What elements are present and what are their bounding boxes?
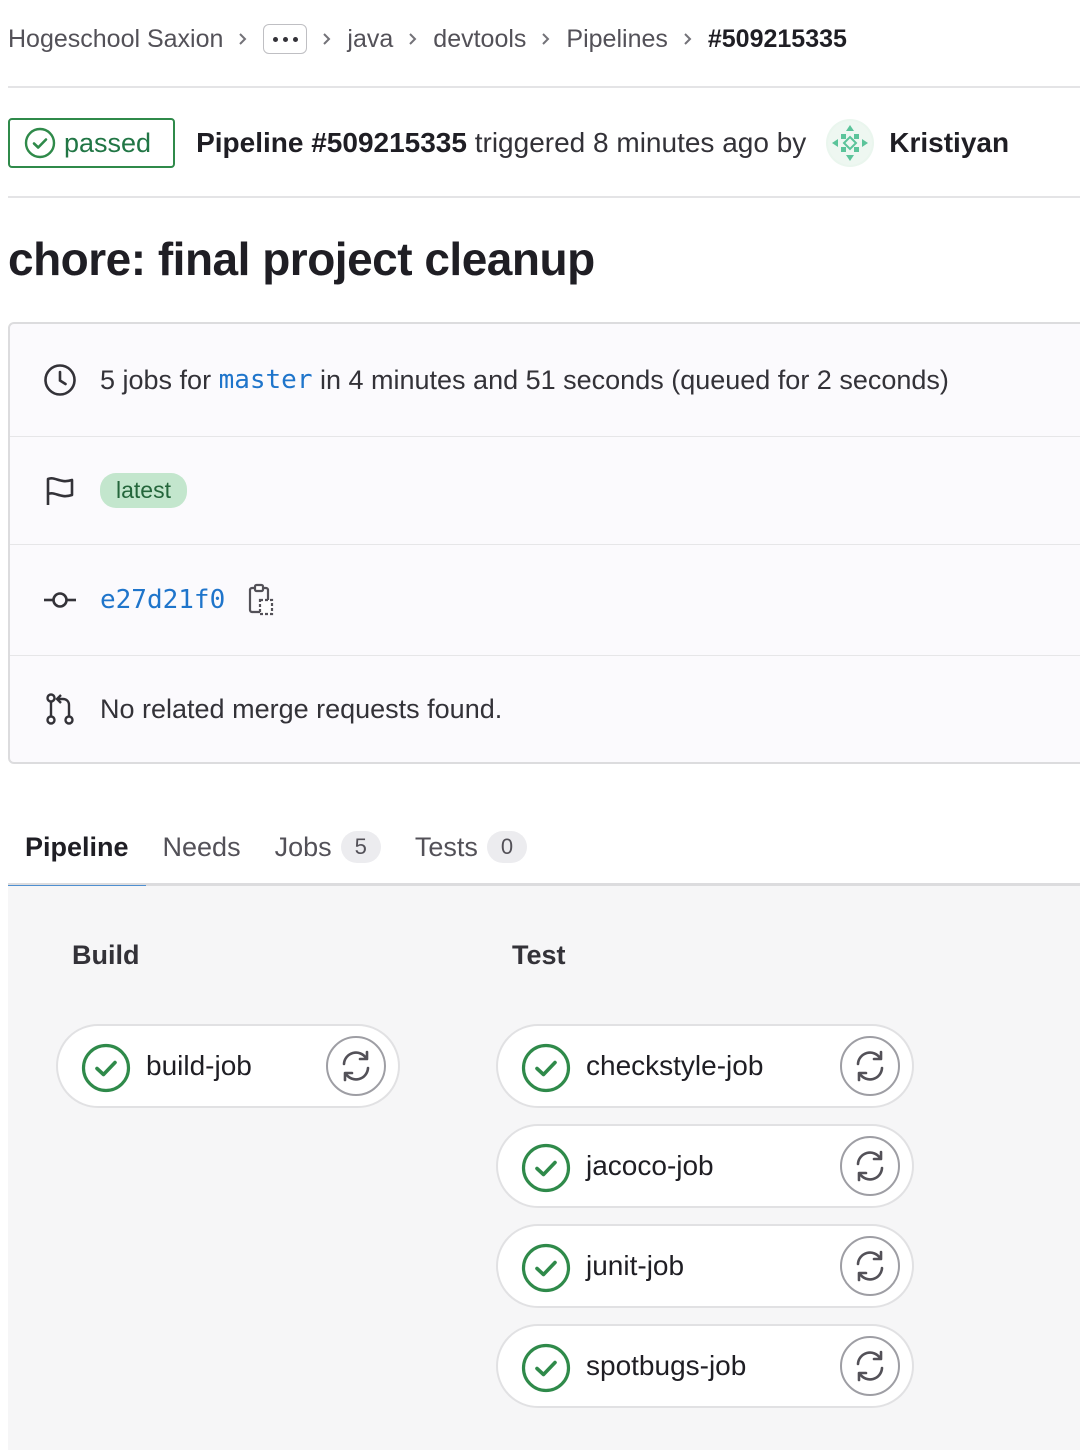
job-junit[interactable]: junit-job xyxy=(496,1224,914,1308)
tab-needs[interactable]: Needs xyxy=(146,808,258,886)
branch-link[interactable]: master xyxy=(219,365,313,395)
job-name: spotbugs-job xyxy=(586,1350,747,1381)
check-circle-icon xyxy=(521,1043,571,1093)
jobs-count-badge: 5 xyxy=(340,831,381,863)
merge-request-icon xyxy=(40,689,80,729)
clock-icon xyxy=(40,360,80,400)
breadcrumb-pipelines[interactable]: Pipelines xyxy=(566,25,667,54)
divider xyxy=(8,196,1080,198)
breadcrumb-group[interactable]: Hogeschool Saxion xyxy=(8,25,223,54)
retry-icon[interactable] xyxy=(840,1036,900,1096)
chevron-right-icon xyxy=(541,33,551,45)
stage-title-test: Test xyxy=(512,940,566,970)
pipeline-graph: Build Test build-job checkstyle-job jaco… xyxy=(8,886,1080,1450)
divider xyxy=(8,86,1080,88)
chevron-right-icon xyxy=(322,33,332,45)
check-circle-icon xyxy=(24,127,56,159)
avatar[interactable] xyxy=(826,119,875,167)
tab-tests[interactable]: Tests 0 xyxy=(398,808,544,886)
retry-icon[interactable] xyxy=(326,1036,386,1096)
flag-icon xyxy=(40,471,80,511)
merge-requests-text: No related merge requests found. xyxy=(100,693,503,724)
tab-label: Jobs xyxy=(274,831,332,862)
tab-label: Tests xyxy=(414,831,478,862)
chevron-right-icon xyxy=(683,33,693,45)
check-circle-icon xyxy=(81,1043,131,1093)
stage-title-build: Build xyxy=(72,940,140,970)
check-circle-icon xyxy=(521,1343,571,1393)
check-circle-icon xyxy=(521,1143,571,1193)
copy-icon[interactable] xyxy=(245,582,277,618)
tab-jobs[interactable]: Jobs 5 xyxy=(258,808,398,886)
job-name: junit-job xyxy=(586,1250,685,1281)
pipeline-label: Pipeline #509215335 xyxy=(196,127,467,158)
pipeline-info-card: 5 jobs for master in 4 minutes and 51 se… xyxy=(8,322,1080,764)
job-name: jacoco-job xyxy=(586,1150,714,1181)
job-checkstyle[interactable]: checkstyle-job xyxy=(496,1024,914,1108)
retry-icon[interactable] xyxy=(840,1236,900,1296)
commit-row: e27d21f0 xyxy=(10,545,1080,656)
breadcrumb-java[interactable]: java xyxy=(347,25,393,54)
breadcrumb-devtools[interactable]: devtools xyxy=(433,25,526,54)
latest-badge[interactable]: latest xyxy=(100,473,187,508)
retry-icon[interactable] xyxy=(840,1136,900,1196)
chevron-right-icon xyxy=(408,33,418,45)
pipeline-tabs: Pipeline Needs Jobs 5 Tests 0 xyxy=(8,808,1080,889)
job-jacoco[interactable]: jacoco-job xyxy=(496,1124,914,1208)
jobs-prefix: 5 jobs for xyxy=(100,364,219,395)
merge-requests-row: No related merge requests found. xyxy=(10,656,1080,762)
tests-count-badge: 0 xyxy=(486,831,528,863)
status-badge[interactable]: passed xyxy=(8,118,176,168)
retry-icon[interactable] xyxy=(840,1336,900,1396)
job-build[interactable]: build-job xyxy=(56,1024,400,1108)
triggered-text: triggered 8 minutes ago by xyxy=(466,127,807,158)
status-badge-label: passed xyxy=(64,127,152,158)
breadcrumb-current: #509215335 xyxy=(707,24,847,53)
pipeline-summary: Pipeline #509215335 triggered 8 minutes … xyxy=(196,127,806,159)
chevron-right-icon xyxy=(238,33,248,45)
labels-row: latest xyxy=(10,437,1080,545)
duration-text: in 4 minutes and 51 seconds (queued for … xyxy=(312,364,949,395)
job-name: checkstyle-job xyxy=(586,1050,764,1081)
duration-row: 5 jobs for master in 4 minutes and 51 se… xyxy=(10,324,1080,437)
author-link[interactable]: Kristiyan xyxy=(889,127,1009,159)
check-circle-icon xyxy=(521,1243,571,1293)
tab-label: Needs xyxy=(162,831,241,862)
job-name: build-job xyxy=(146,1050,252,1081)
tab-label: Pipeline xyxy=(25,831,129,862)
breadcrumb-more-button[interactable] xyxy=(263,24,308,54)
job-spotbugs[interactable]: spotbugs-job xyxy=(496,1324,914,1408)
commit-sha-link[interactable]: e27d21f0 xyxy=(100,585,225,615)
commit-icon xyxy=(40,580,80,620)
page-title: chore: final project cleanup xyxy=(8,233,595,285)
pipeline-header: passed Pipeline #509215335 triggered 8 m… xyxy=(8,118,1080,168)
tab-pipeline[interactable]: Pipeline xyxy=(8,808,146,889)
breadcrumb: Hogeschool Saxion java devtools Pipeline… xyxy=(8,0,847,78)
